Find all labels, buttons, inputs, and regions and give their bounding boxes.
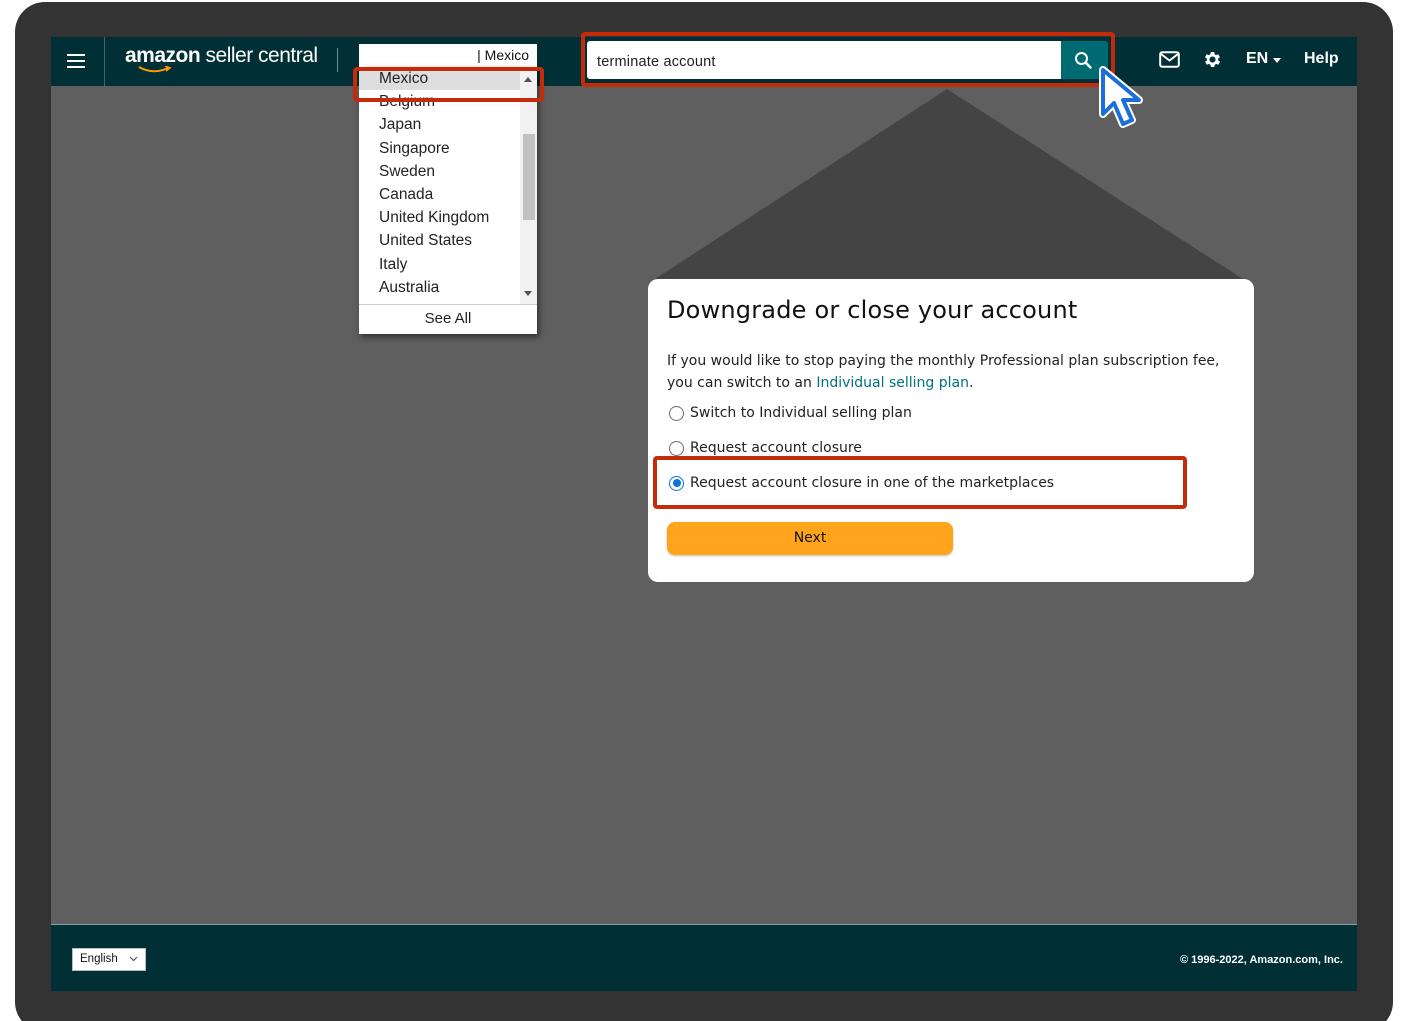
nav-divider [104, 37, 105, 86]
description-line: If you would like to stop paying the mon… [667, 353, 1220, 369]
marketplace-item-japan[interactable]: Japan [359, 113, 537, 136]
option-request-closure[interactable]: Request account closure [669, 438, 862, 458]
marketplace-items: Mexico Belgium Japan Singapore Sweden Canada U… [359, 67, 537, 299]
menu-icon[interactable] [67, 51, 87, 71]
scroll-thumb[interactable] [523, 134, 535, 220]
marketplace-item-mexico[interactable]: Mexico [359, 67, 537, 91]
individual-plan-link[interactable]: Individual selling plan [816, 375, 969, 391]
close-account-modal: Downgrade or close your account If you w… [648, 279, 1254, 582]
description-punctuation: . [968, 375, 974, 391]
radio-button[interactable] [669, 440, 684, 456]
option-label: Request account closure in one of the ma… [690, 475, 1055, 491]
radio-button-checked[interactable] [669, 475, 684, 491]
option-label: Switch to Individual selling plan [690, 405, 912, 421]
gear-icon[interactable] [1202, 49, 1223, 70]
next-button[interactable]: Next [667, 522, 953, 555]
marketplace-dropdown: Mexico Belgium Japan Singapore Sweden Canada U… [359, 67, 537, 334]
chevron-down-icon [1273, 58, 1281, 63]
top-nav: amazon seller central terminate account … [51, 37, 1357, 86]
option-request-closure-marketplace[interactable]: Request account closure in one of the ma… [669, 473, 1054, 493]
help-link[interactable]: Help [1304, 50, 1339, 68]
search-icon [1075, 52, 1092, 69]
mail-icon[interactable] [1159, 51, 1180, 68]
marketplace-selector[interactable]: | Mexico [359, 44, 537, 67]
footer: English © 1996-2022, Amazon.com, Inc. [51, 924, 1357, 991]
description-line: you can switch to an [667, 375, 817, 391]
radio-button[interactable] [669, 405, 684, 421]
search-input[interactable]: terminate account [587, 41, 1061, 79]
language-selector[interactable]: EN [1246, 50, 1268, 68]
logo[interactable]: amazon seller central [125, 44, 318, 68]
marketplace-item-australia[interactable]: Australia [359, 276, 537, 299]
logo-brand: amazon [125, 44, 201, 67]
see-all-link[interactable]: See All [359, 304, 537, 334]
modal-title: Downgrade or close your account [667, 296, 1078, 324]
marketplace-item-italy[interactable]: Italy [359, 253, 537, 276]
screen: amazon seller central terminate account … [51, 37, 1357, 991]
logo-product: seller central [200, 44, 319, 67]
marketplace-item-canada[interactable]: Canada [359, 183, 537, 206]
nav-divider [337, 48, 338, 72]
marketplace-item-singapore[interactable]: Singapore [359, 137, 537, 160]
scrollbar[interactable] [520, 67, 537, 304]
copyright: © 1996-2022, Amazon.com, Inc. [1180, 954, 1343, 966]
marketplace-item-sweden[interactable]: Sweden [359, 160, 537, 183]
marketplace-item-united-states[interactable]: United States [359, 229, 537, 252]
chevron-down-icon [129, 956, 138, 962]
scroll-down-icon[interactable] [524, 291, 532, 296]
footer-language-label: English [80, 953, 118, 965]
marketplace-item-united-kingdom[interactable]: United Kingdom [359, 206, 537, 229]
option-label: Request account closure [690, 440, 862, 456]
scroll-up-icon[interactable] [524, 77, 532, 82]
footer-language-select[interactable]: English [72, 948, 146, 971]
marketplace-item-belgium[interactable]: Belgium [359, 90, 537, 113]
pointer-cursor-icon [1099, 66, 1143, 128]
modal-description: If you would like to stop paying the mon… [667, 350, 1227, 394]
logo-smile-icon [138, 66, 172, 73]
option-switch-individual[interactable]: Switch to Individual selling plan [669, 403, 912, 423]
